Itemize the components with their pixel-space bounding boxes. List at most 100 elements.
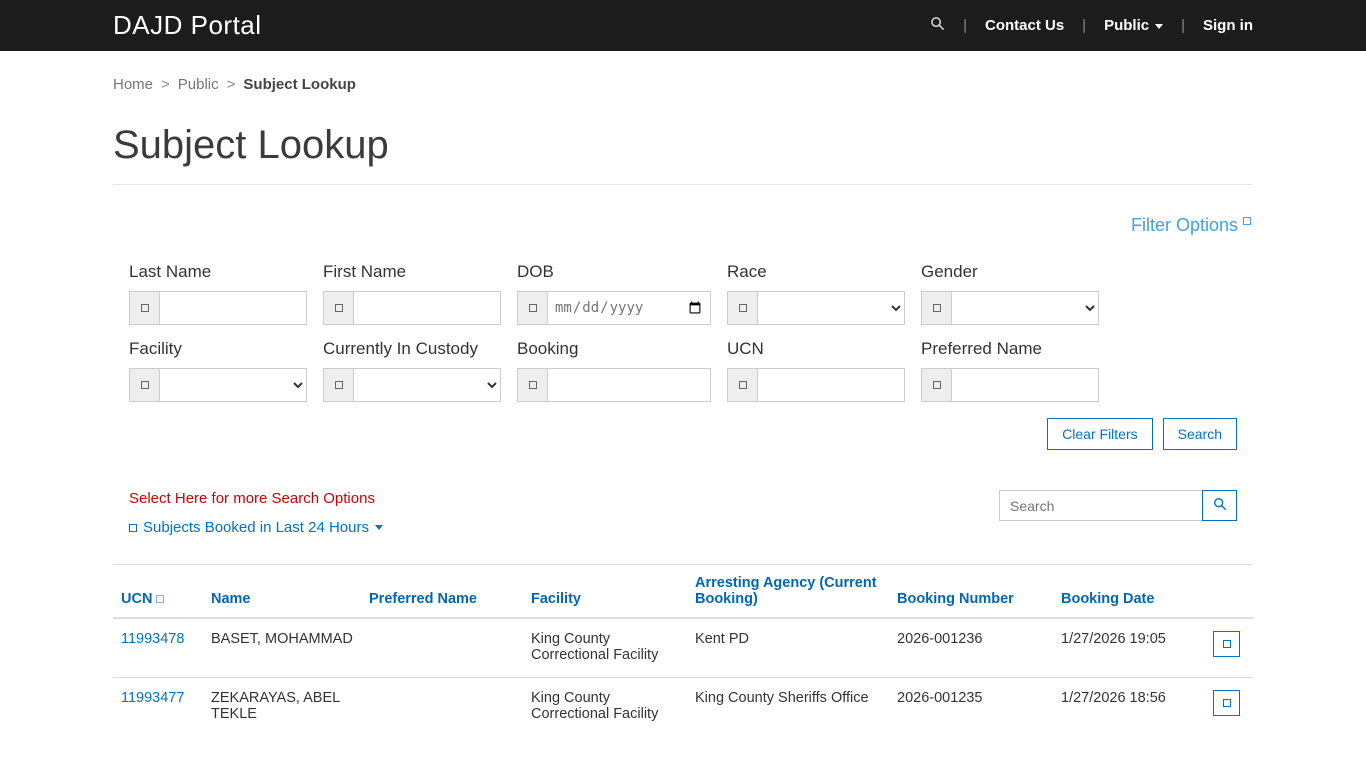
cell-arresting-agency: Kent PD [695,631,749,647]
nav-contact-us[interactable]: Contact Us [985,17,1064,34]
brand-dajd-portal[interactable]: DAJD Portal [113,10,262,41]
currently-in-custody-select[interactable] [353,368,501,402]
facility-select[interactable] [159,368,307,402]
breadcrumb-current: Subject Lookup [243,76,356,93]
table-row: 11993478 BASET, MOHAMMAD King County Cor… [113,618,1253,678]
person-icon [334,304,343,312]
first-name-label: First Name [323,262,407,281]
header-preferred-name[interactable]: Preferred Name [361,564,523,619]
booking-input[interactable] [547,368,711,402]
filter-options-toggle[interactable]: Filter Options [1131,215,1251,236]
popup-icon [1243,217,1251,225]
search-button[interactable]: Search [1162,418,1237,450]
nav-sign-in[interactable]: Sign in [1203,17,1253,34]
grid-search [999,490,1237,536]
clear-filters-button[interactable]: Clear Filters [1047,418,1153,450]
ucn-input[interactable] [757,368,905,402]
last-name-addon [129,291,159,325]
filter-form: Last Name First Name DOB mm/dd/yyyy Race… [113,262,1253,402]
cell-preferred-name [361,618,523,678]
hash-icon [738,381,747,389]
chevron-down-icon [1155,24,1164,29]
breadcrumb-separator: > [226,76,236,93]
custody-addon [323,368,353,402]
preferred-name-label: Preferred Name [921,339,1042,358]
cell-name: ZEKARAYAS, ABEL TEKLE [203,677,361,736]
field-race: Race [727,262,905,325]
navbar-links: | Contact Us | Public | Sign in [930,16,1253,35]
more-search-options-link[interactable]: Select Here for more Search Options [129,490,383,507]
details-icon [1222,640,1231,648]
breadcrumb: Home > Public > Subject Lookup [113,51,1253,93]
preferred-name-input[interactable] [951,368,1099,402]
results-toolbar: Select Here for more Search Options Subj… [113,490,1253,536]
grid-search-input[interactable] [999,490,1203,521]
cell-arresting-agency: King County Sheriffs Office [687,677,889,736]
sort-icon [156,595,165,603]
currently-in-custody-label: Currently In Custody [323,339,478,358]
cell-booking-number: 2026-001235 [889,677,1053,736]
field-booking: Booking [517,339,711,402]
header-arresting-agency[interactable]: Arresting Agency (Current Booking) [687,564,889,619]
filter-options-label: Filter Options [1130,215,1238,235]
subjects-table: UCN Name Preferred Name Facility Arresti… [113,564,1253,736]
cell-facility: King County Correctional Facility [531,631,659,663]
cell-booking-date: 1/27/2026 18:56 [1053,677,1205,736]
chevron-down-icon [374,525,383,530]
person-icon [932,381,941,389]
breadcrumb-public[interactable]: Public [178,76,219,93]
search-icon [930,16,945,35]
person-icon [140,304,149,312]
ucn-addon [727,368,757,402]
list-icon [129,523,137,532]
first-name-addon [323,291,353,325]
list-icon [738,304,747,312]
row-details-button[interactable] [1213,631,1240,657]
list-icon [334,381,343,389]
nav-separator: | [1082,17,1087,34]
grid-search-button[interactable] [1202,490,1237,521]
header-actions [1205,564,1253,619]
header-name[interactable]: Name [203,564,361,619]
header-booking-date[interactable]: Booking Date [1053,564,1205,619]
nav-separator: | [1181,17,1185,34]
race-select[interactable] [757,291,905,325]
field-dob: DOB [517,262,711,325]
header-facility[interactable]: Facility [523,564,687,619]
title-divider [113,184,1253,185]
header-ucn[interactable]: UCN [113,564,203,619]
field-first-name: First Name [323,262,501,325]
facility-label: Facility [129,339,182,358]
ucn-link[interactable]: 11993477 [121,690,184,706]
dob-label: DOB [517,262,554,281]
subjects-booked-24h-dropdown[interactable]: Subjects Booked in Last 24 Hours [129,519,383,536]
field-last-name: Last Name [129,262,307,325]
field-gender: Gender [921,262,1099,325]
header-booking-number[interactable]: Booking Number [889,564,1053,619]
race-addon [727,291,757,325]
cell-booking-date: 1/27/2026 19:05 [1061,631,1166,647]
gender-label: Gender [921,262,978,281]
ucn-link[interactable]: 11993478 [121,631,184,647]
navbar-search-button[interactable] [930,16,945,35]
page-title: Subject Lookup [113,123,389,167]
ucn-label: UCN [727,339,764,358]
cell-booking-number: 2026-001236 [897,631,983,647]
building-icon [140,381,149,389]
breadcrumb-home[interactable]: Home [113,76,153,93]
list-icon [932,304,941,312]
nav-separator: | [963,17,967,34]
field-ucn: UCN [727,339,905,402]
row-details-button[interactable] [1213,690,1240,716]
gender-select[interactable] [951,291,1099,325]
dob-addon [517,291,547,325]
last-name-input[interactable] [159,291,307,325]
cell-facility: King County Correctional Facility [523,677,687,736]
top-navbar: DAJD Portal | Contact Us | Public | Sign… [0,0,1366,51]
table-row: 11993477 ZEKARAYAS, ABEL TEKLE King Coun… [113,677,1253,736]
nav-public-dropdown[interactable]: Public [1104,17,1164,34]
breadcrumb-separator: > [161,76,170,93]
first-name-input[interactable] [353,291,501,325]
dob-input[interactable] [547,291,711,325]
cell-name: BASET, MOHAMMAD [211,631,353,647]
